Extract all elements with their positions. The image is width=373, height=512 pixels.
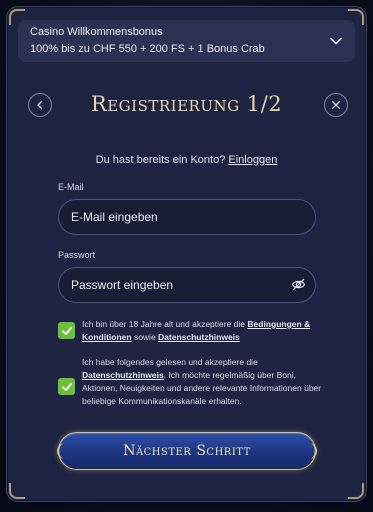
ornament-icon (57, 443, 63, 459)
corner-ornament (348, 483, 364, 499)
login-link[interactable]: Einloggen (228, 154, 277, 166)
chevron-down-icon[interactable] (329, 34, 343, 48)
password-label: Passwort (58, 250, 96, 260)
close-button[interactable] (324, 93, 348, 117)
marketing-consent-text: Ich habe folgendes gelesen und akzeptier… (82, 356, 322, 408)
email-label: E-Mail (58, 182, 84, 192)
password-field[interactable] (58, 267, 316, 303)
page-title: Registrierung 1/2 (90, 92, 283, 116)
consent-text: Ich habe folgendes gelesen und akzeptier… (82, 357, 258, 367)
email-field[interactable] (58, 199, 316, 235)
bonus-title: Casino Willkommensbonus (30, 26, 163, 38)
welcome-bonus-dropdown[interactable]: Casino Willkommensbonus 100% bis zu CHF … (18, 20, 355, 62)
close-icon (331, 100, 341, 110)
ornament-icon (311, 443, 317, 459)
login-prompt: Du hast bereits ein Konto? Einloggen (0, 154, 373, 166)
checkmark-icon (61, 326, 72, 335)
age-terms-checkbox[interactable] (58, 322, 75, 339)
eye-off-icon[interactable] (291, 277, 306, 292)
marketing-consent-checkbox[interactable] (58, 378, 75, 395)
login-prompt-text: Du hast bereits ein Konto? (95, 154, 226, 166)
consent-text: Ich bin über 18 Jahre alt und akzeptiere… (82, 319, 248, 329)
bonus-detail: 100% bis zu CHF 550 + 200 FS + 1 Bonus C… (30, 43, 265, 55)
checkmark-icon (61, 382, 72, 391)
privacy-link[interactable]: Datenschutzhinweis (158, 332, 240, 342)
age-terms-consent-text: Ich bin über 18 Jahre alt und akzeptiere… (82, 318, 322, 344)
privacy-link[interactable]: Datenschutzhinweis (82, 370, 164, 380)
next-step-button[interactable]: Nächster Schritt (57, 432, 317, 470)
corner-ornament (9, 483, 25, 499)
next-step-label: Nächster Schritt (123, 443, 251, 459)
consent-text: sowie (131, 332, 159, 342)
